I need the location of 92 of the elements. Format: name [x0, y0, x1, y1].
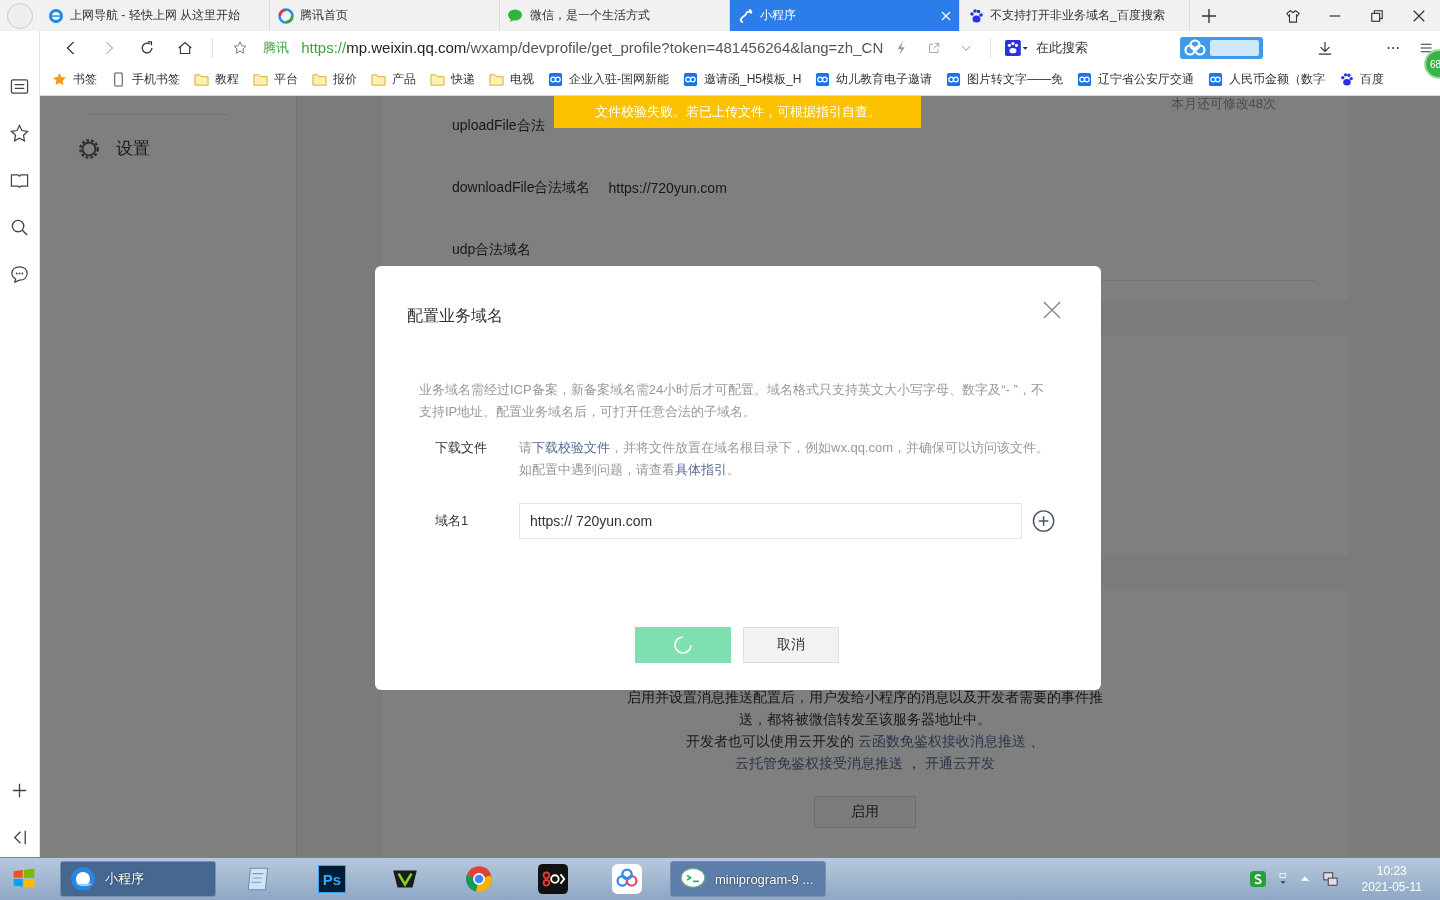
cancel-button[interactable]: 取消 [743, 627, 839, 663]
globe-icon [48, 7, 64, 24]
folder-icon [371, 72, 386, 87]
search-engine-icon[interactable] [1005, 38, 1028, 57]
home-icon[interactable] [178, 39, 193, 56]
bookmark-item[interactable]: 企业入驻-国网新能 [548, 71, 669, 88]
site-icon [1208, 72, 1224, 87]
domain-input[interactable]: https:// 720yun.com [519, 503, 1022, 539]
browser-tab[interactable]: 不支持打开非业务域名_百度搜索 [960, 0, 1190, 31]
folder-icon [430, 72, 445, 87]
browser-tab[interactable]: 腾讯首页 [270, 0, 500, 31]
field-label: downloadFile合法域名 [452, 179, 591, 197]
network-icon[interactable] [1321, 871, 1338, 887]
field-label: 下载文件 [435, 439, 488, 457]
bookmark-item[interactable]: 平台 [253, 71, 298, 88]
reload-icon[interactable] [140, 39, 155, 56]
dialog-title: 配置业务域名 [407, 306, 503, 326]
star-icon[interactable] [10, 124, 29, 143]
list-icon[interactable] [10, 77, 29, 96]
bookmark-item[interactable]: 报价 [312, 71, 357, 88]
bookmark-item[interactable]: 产品 [371, 71, 416, 88]
cloud-popup[interactable] [1179, 36, 1264, 59]
download-instructions: 请下载校验文件，并将文件放置在域名根目录下，例如wx.qq.com，并确保可以访问该文件。如配置中遇到问题，请查看具体指引。 [519, 439, 1051, 479]
photoshop-icon[interactable]: Ps [318, 865, 346, 893]
tab-title: 腾讯首页 [300, 7, 349, 24]
site-icon [946, 72, 962, 87]
tab-title: 微信，是一个生活方式 [530, 7, 651, 24]
taskbar-window[interactable]: 小程序 [60, 861, 216, 897]
text-link[interactable]: 具体指引 [675, 462, 727, 477]
phone-icon [111, 72, 126, 87]
search-field[interactable]: 在此搜索 [1035, 38, 1168, 57]
browser-icon [69, 866, 97, 892]
taskbar-window[interactable]: miniprogram-9 ... [670, 861, 826, 897]
new-tab-icon[interactable] [1202, 8, 1216, 23]
folder-icon [489, 72, 504, 87]
text-link[interactable]: 下载校验文件 [532, 440, 610, 455]
chrome-icon[interactable] [464, 864, 494, 894]
star-icon [52, 72, 67, 87]
tab-title: 小程序 [760, 7, 797, 24]
site-icon [815, 72, 831, 87]
chat-icon [508, 7, 524, 24]
bookmark-item[interactable]: 邀请函_H5模板_H [683, 71, 802, 88]
star-icon[interactable] [233, 39, 248, 56]
browser-tab[interactable]: 小程序 [730, 0, 960, 31]
address-field[interactable]: https://mp.weixin.qq.com/wxamp/devprofile/get_profile?token=481456264&lang=zh_CN [301, 39, 884, 56]
input-method-icon[interactable] [1249, 871, 1266, 887]
bookmark-item[interactable]: 快递 [430, 71, 475, 88]
close-icon[interactable] [1412, 8, 1426, 23]
bookmark-item[interactable]: 图片转文字——免 [946, 71, 1064, 88]
bookmark-item[interactable]: 幼儿教育电子邀请 [815, 71, 933, 88]
bookmark-item[interactable]: 人民币金额（数字 [1208, 71, 1326, 88]
cloud-icon[interactable] [612, 864, 642, 894]
bookmark-item[interactable]: 教程 [194, 71, 239, 88]
add-icon[interactable] [1031, 509, 1055, 533]
add-icon[interactable] [10, 781, 29, 800]
folder-icon [194, 72, 209, 87]
field-value: https://720yun.com [608, 180, 727, 196]
ring-icon [278, 7, 294, 24]
error-toast: 文件校验失败。若已上传文件，可根据指引自查。 [554, 96, 921, 128]
bookmark-item[interactable]: 电视 [489, 71, 534, 88]
spinner-icon [673, 635, 693, 655]
paw-icon [1339, 72, 1355, 87]
book-icon[interactable] [10, 171, 29, 190]
folder-icon [253, 72, 268, 87]
field-label: uploadFile合法 [452, 117, 545, 135]
site-icon [548, 72, 563, 87]
tab-title: 上网导航 - 轻快上网 从这里开始 [70, 7, 241, 24]
bookmark-item[interactable]: 手机书签 [111, 71, 180, 88]
site-icon [683, 72, 698, 87]
description-text: 开发者也可以使用云开发的 云函数免鉴权接收消息推送 、 云托管免鉴权接受消息推送 ， 开通云开发 [685, 732, 1045, 773]
description-text: 启用并设置消息推送配置后，用户发给小程序的消息以及开发者需要的事件推送，都将被微信转发至该服务器地址中。 [626, 688, 1104, 729]
settings-icon [78, 137, 100, 160]
browser-tab[interactable]: 上网导航 - 轻快上网 从这里开始 [40, 0, 270, 31]
field-label: udp合法域名 [452, 241, 532, 259]
cloud-icon [1183, 38, 1206, 57]
dialog-description: 业务域名需经过ICP备案，新备案域名需24小时后才可配置。域名格式只支持英文大小写字母、数字及“- ”，不支持IP地址。配置业务域名后，可打开任意合法的子域名。 [419, 381, 1045, 421]
site-label: 腾讯 [263, 38, 290, 57]
enable-button[interactable]: 启用 [814, 796, 916, 828]
paw-icon [968, 7, 984, 24]
bookmark-item[interactable]: 辽宁省公安厅交通 [1077, 71, 1195, 88]
bookmark-item[interactable]: 书签 [52, 71, 97, 88]
folder-icon [312, 72, 327, 87]
tab-title: 不支持打开非业务域名_百度搜索 [990, 7, 1166, 24]
bookmark-item[interactable]: 百度 [1339, 71, 1385, 88]
rings-icon[interactable] [538, 864, 568, 894]
field-label: 域名1 [435, 512, 470, 530]
search-icon[interactable] [10, 218, 29, 237]
shirt-icon[interactable] [1286, 8, 1300, 23]
restore-icon[interactable] [1370, 8, 1384, 23]
settings-nav-item[interactable]: 设置 [78, 137, 296, 160]
site-icon [1077, 72, 1093, 87]
chat-icon[interactable] [10, 265, 29, 284]
